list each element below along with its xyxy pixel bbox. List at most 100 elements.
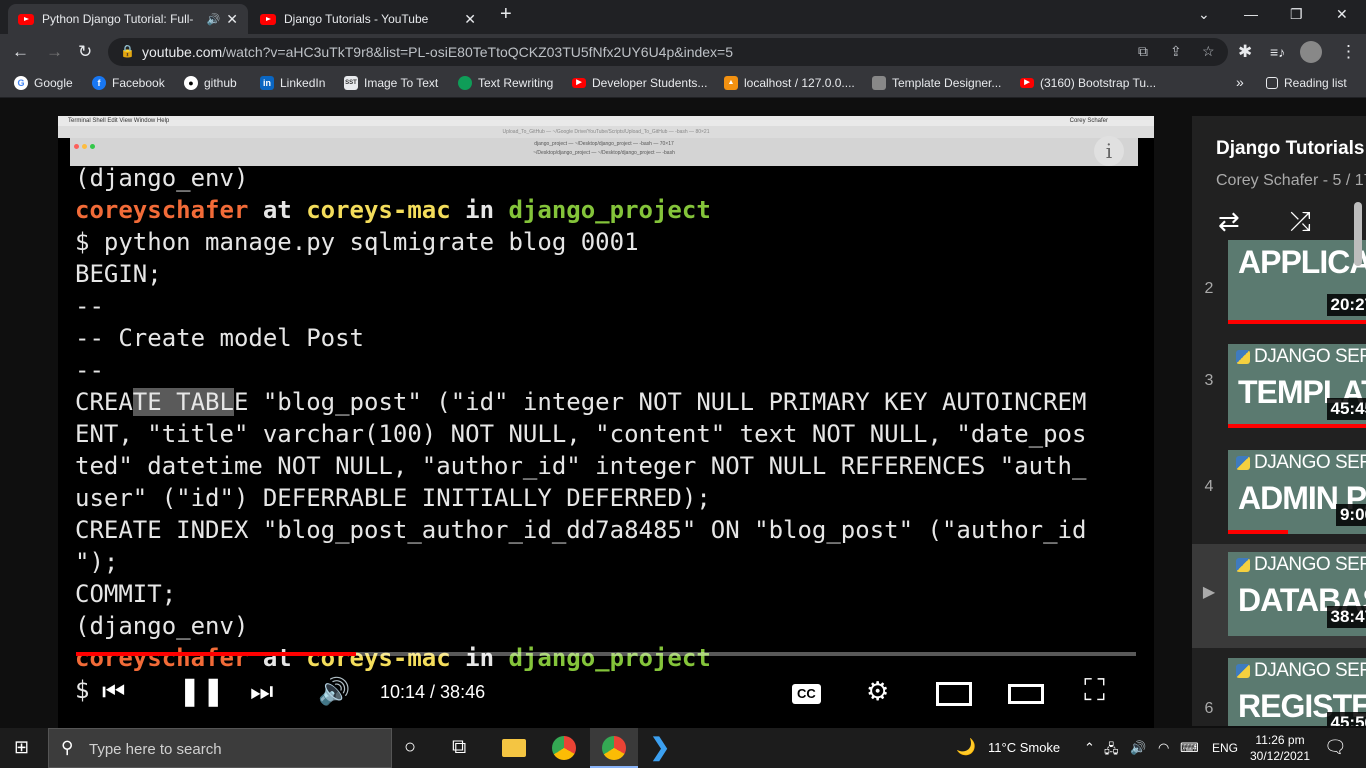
bookmark-google[interactable]: G Google: [14, 76, 73, 90]
new-tab-icon[interactable]: +: [500, 3, 512, 26]
taskbar-search[interactable]: ⚲ Type here to search: [48, 728, 392, 768]
chrome-app-active[interactable]: [590, 728, 638, 768]
menu-icon[interactable]: ⋮: [1340, 42, 1357, 62]
tab-python-django[interactable]: Python Django Tutorial: Full- 🔊 ✕: [8, 4, 248, 34]
linkedin-icon: in: [260, 76, 274, 90]
star-icon[interactable]: ☆: [1202, 43, 1215, 60]
theater-mode-icon[interactable]: [1008, 684, 1044, 704]
forward-icon[interactable]: →: [46, 42, 63, 62]
playlist-item-5-current[interactable]: ▶ DJANGO SERIES DATABASE 38:47: [1192, 544, 1366, 648]
sst-icon: SST: [344, 76, 358, 90]
watched-bar: [1228, 424, 1366, 428]
loop-icon[interactable]: ⇄: [1218, 206, 1240, 237]
bookmark-localhost[interactable]: ▲ localhost / 127.0.0....: [724, 76, 855, 90]
close-tab-icon[interactable]: ✕: [464, 11, 476, 28]
bookmark-image-to-text[interactable]: SST Image To Text: [344, 76, 438, 90]
windows-taskbar: ⊞ ⚲ Type here to search ○ ⧉ ❯ 🌙 11°C Smo…: [0, 728, 1366, 768]
next-icon[interactable]: ⏭: [250, 676, 273, 706]
bookmark-github[interactable]: ● github: [184, 76, 237, 90]
tab-title: Django Tutorials - YouTube: [284, 12, 429, 26]
youtube-icon: [260, 13, 276, 25]
volume-tray-icon[interactable]: 🔊: [1130, 740, 1146, 756]
chevron-down-icon[interactable]: ⌄: [1198, 6, 1210, 23]
playlist-item-3[interactable]: 3 DJANGO SERIES TEMPLATES 45:45: [1192, 340, 1366, 440]
watched-bar: [1228, 320, 1366, 324]
url-text[interactable]: youtube.com/watch?v=aHC3uTkT9r8&list=PL-…: [142, 44, 733, 60]
weather-icon[interactable]: 🌙: [956, 737, 976, 757]
now-playing-icon: ▶: [1202, 584, 1216, 601]
share-icon[interactable]: ⇪: [1170, 43, 1182, 60]
reload-icon[interactable]: ↻: [78, 42, 92, 62]
phpmyadmin-icon: ▲: [724, 76, 738, 90]
previous-icon[interactable]: ⏮: [102, 676, 125, 706]
bookmark-facebook[interactable]: f Facebook: [92, 76, 165, 90]
pause-icon[interactable]: ❚❚: [178, 676, 225, 706]
thumbnail: APPLICATION 20:27: [1228, 240, 1366, 324]
extensions-icon[interactable]: ✱: [1238, 42, 1252, 62]
search-icon: ⚲: [61, 738, 74, 757]
python-logo-icon: [1236, 456, 1250, 470]
address-bar: ← → ↻ 🔒 youtube.com/watch?v=aHC3uTkT9r8&…: [0, 34, 1366, 70]
tray-chevron-icon[interactable]: ⌃: [1084, 740, 1095, 756]
keyboard-icon[interactable]: ⌨: [1180, 740, 1199, 756]
bookmark-bootstrap[interactable]: ▶ (3160) Bootstrap Tu...: [1020, 76, 1156, 90]
weather-text[interactable]: 11°C Smoke: [988, 740, 1060, 755]
playlist-scrollbar[interactable]: [1354, 202, 1362, 266]
playlist-title[interactable]: Django Tutorials: [1216, 138, 1364, 160]
tab-title: Python Django Tutorial: Full-: [42, 12, 194, 26]
restore-icon[interactable]: ❐: [1290, 6, 1303, 23]
playlist-item-2[interactable]: 2 APPLICATION 20:27: [1192, 240, 1366, 348]
open-in-app-icon[interactable]: ⧉: [1138, 43, 1148, 60]
playlist-author[interactable]: Corey Schafer - 5 / 17: [1216, 172, 1366, 190]
youtube-icon: [18, 13, 34, 25]
duration-badge: 45:45: [1326, 398, 1366, 420]
playlist-item-6[interactable]: 6 DJANGO SERIES REGISTER 45:56: [1192, 654, 1366, 726]
close-tab-icon[interactable]: ✕: [226, 11, 238, 28]
lock-icon[interactable]: 🔒: [120, 44, 135, 58]
bookmarks-bar: G Google f Facebook ● github in LinkedIn SST…: [0, 70, 1366, 98]
bookmark-template-designer[interactable]: Template Designer...: [872, 76, 1001, 90]
captions-icon[interactable]: CC: [792, 684, 821, 704]
windows-start-icon[interactable]: ⊞: [14, 737, 29, 758]
tab-django-tutorials[interactable]: Django Tutorials - YouTube ✕: [250, 4, 486, 34]
audio-icon[interactable]: 🔊: [207, 13, 221, 26]
notifications-icon[interactable]: 🗨: [1324, 737, 1347, 758]
bookmark-text-rewriting[interactable]: Text Rewriting: [458, 76, 553, 90]
video-player[interactable]: Terminal Shell Edit View Window Help Core…: [58, 116, 1154, 730]
settings-icon[interactable]: ⚙: [866, 676, 889, 706]
miniplayer-icon[interactable]: [936, 682, 972, 706]
mac-menu-bar: Terminal Shell Edit View Window Help Core…: [58, 116, 1154, 126]
duration-badge: 45:56: [1326, 712, 1366, 726]
network-icon[interactable]: 🖧: [1104, 740, 1119, 762]
bookmark-linkedin[interactable]: in LinkedIn: [260, 76, 325, 90]
chrome-icon: [552, 736, 576, 760]
profile-avatar[interactable]: [1300, 41, 1322, 63]
thumbnail: DJANGO SERIES ADMIN PAGE 9:00: [1228, 450, 1366, 534]
cortana-icon[interactable]: ○: [404, 736, 416, 759]
media-icon[interactable]: ≡♪: [1270, 42, 1285, 62]
duration-badge: 20:27: [1326, 294, 1366, 316]
youtube-icon: ▶: [1020, 78, 1034, 88]
playlist-item-4[interactable]: 4 DJANGO SERIES ADMIN PAGE 9:00: [1192, 446, 1366, 546]
chrome-icon: [602, 736, 626, 760]
chrome-app[interactable]: [540, 728, 588, 768]
shuffle-icon[interactable]: ⤮: [1290, 206, 1311, 238]
text-rewriting-icon: [458, 76, 472, 90]
omnibox[interactable]: 🔒 youtube.com/watch?v=aHC3uTkT9r8&list=P…: [108, 38, 1228, 66]
task-view-icon[interactable]: ⧉: [452, 736, 466, 759]
vscode-app[interactable]: ❯: [638, 728, 686, 768]
back-icon[interactable]: ←: [12, 42, 29, 62]
language-indicator[interactable]: ENG: [1212, 741, 1238, 755]
bookmark-developer-students[interactable]: ▶ Developer Students...: [572, 76, 707, 90]
facebook-icon: f: [92, 76, 106, 90]
file-explorer-app[interactable]: [490, 728, 538, 768]
close-window-icon[interactable]: ✕: [1336, 6, 1348, 23]
wifi-icon[interactable]: ◠: [1158, 740, 1169, 756]
clock[interactable]: 11:26 pm 30/12/2021: [1248, 732, 1312, 764]
volume-icon[interactable]: 🔊: [318, 676, 350, 706]
progress-bar[interactable]: [76, 652, 1136, 656]
fullscreen-icon[interactable]: ⛶: [1084, 676, 1105, 706]
reading-list-button[interactable]: Reading list: [1266, 76, 1347, 90]
more-bookmarks-icon[interactable]: »: [1236, 74, 1244, 90]
minimize-icon[interactable]: —: [1244, 6, 1258, 22]
